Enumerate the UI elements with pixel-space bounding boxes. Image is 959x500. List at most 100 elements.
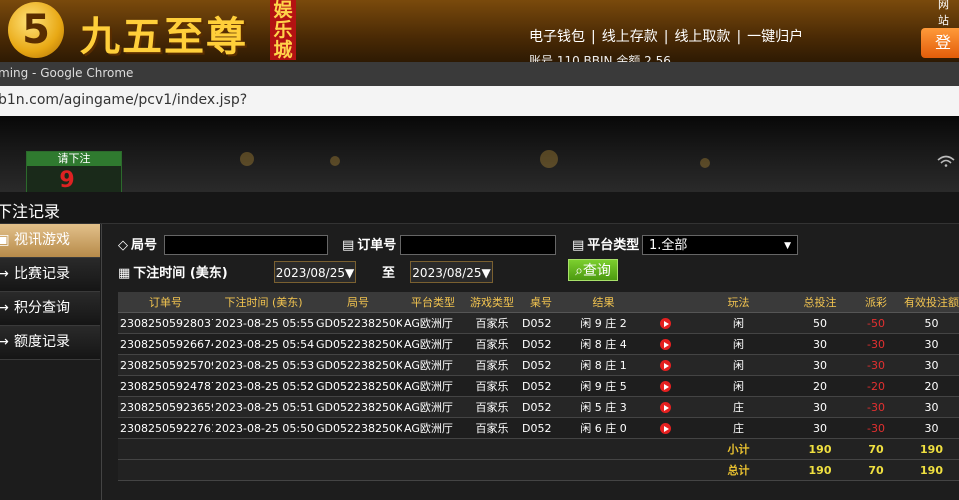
nav-deposit[interactable]: 线上存款 [602,29,658,45]
platform-cell: AG欧洲厅 [402,354,464,376]
order-number-cell: 230825059257090 [118,354,213,376]
page-title: 下注记录 [0,202,61,221]
search-button[interactable]: ⌕查询 [568,259,618,281]
play-type-cell: 庄 [685,396,792,418]
platform-cell: AG欧洲厅 [402,333,464,355]
sidebar: ▣ 视讯游戏 → 比赛记录 → 积分查询 → 额度记录 [0,224,102,500]
bet-time-label: ▦ 下注时间 (美东) [118,266,228,281]
play-type-cell: 闲 [685,312,792,334]
round-filter-label: ◇ 局号 [118,238,158,253]
result-cell: 闲 9 庄 2 [562,312,645,334]
order-filter-label: ▤ 订单号 [342,238,397,253]
table-number-cell: D052 [520,333,562,355]
subtotal-label: 小计 [685,438,792,460]
site-logo-text: 九五至尊 [80,13,248,60]
subtotal-row: 小计 190 70 190 [118,438,959,460]
order-number-input[interactable] [400,235,556,255]
payout-cell: -50 [848,312,904,334]
sidebar-item-label: 积分查询 [14,300,70,316]
light-decoration [700,158,710,168]
play-video-icon[interactable] [659,360,671,371]
table-number-cell: D052 [520,417,562,439]
total-row: 总计 190 70 190 [118,459,959,481]
play-video-icon[interactable] [659,381,671,392]
round-input[interactable] [164,235,328,255]
sidebar-item-live-games[interactable]: ▣ 视讯游戏 [0,224,100,258]
total-valid: 190 [904,459,959,481]
sidebar-item-credit-records[interactable]: → 额度记录 [0,326,100,360]
sidebar-item-points[interactable]: → 积分查询 [0,292,100,326]
round-number-cell: GD052238250K4 [314,333,402,355]
date-to-picker[interactable]: 2023/08/25▼ [410,261,493,283]
play-video-icon[interactable] [659,402,671,413]
column-header: 下注时间 (美东) [213,292,314,313]
platform-cell: AG欧洲厅 [402,417,464,439]
table-number-cell: D052 [520,312,562,334]
play-type-cell: 闲 [685,375,792,397]
platform-select[interactable]: 1.全部 ▼ [642,235,798,255]
table-number-cell: D052 [520,354,562,376]
order-number-cell: 230825059227613 [118,417,213,439]
login-button[interactable]: 登 [921,28,959,58]
table-row: 2308250592276132023-08-25 05:50:53GD0522… [118,417,959,439]
replay-button[interactable] [645,417,685,439]
order-number-cell: 230825059236595 [118,396,213,418]
result-cell: 闲 9 庄 5 [562,375,645,397]
replay-button[interactable] [645,396,685,418]
bet-time-cell: 2023-08-25 05:53:35 [213,354,314,376]
total-bet-cell: 30 [792,396,848,418]
round-number-cell: GD052238250K1 [314,396,402,418]
play-video-icon[interactable] [659,318,671,329]
sidebar-item-match-records[interactable]: → 比赛记录 [0,258,100,292]
date-range-separator: 至 [382,266,396,281]
account-balance: 账号 110 BBIN 余额 2.56 [529,54,671,62]
browser-address-bar[interactable]: b1n.com/agingame/pcv1/index.jsp? [0,86,959,117]
payout-cell: -30 [848,354,904,376]
document-icon: ▤ [342,238,355,253]
nav-wallet[interactable]: 电子钱包 [529,29,585,45]
game-type-cell: 百家乐 [464,354,520,376]
light-decoration [330,156,340,166]
replay-button[interactable] [645,333,685,355]
browser-window-title: ming - Google Chrome [0,66,134,80]
bet-time-cell: 2023-08-25 05:54:25 [213,333,314,355]
platform-cell: AG欧洲厅 [402,375,464,397]
play-video-icon[interactable] [659,339,671,350]
valid-bet-cell: 50 [904,312,959,334]
subtotal-payout: 70 [848,438,904,460]
bet-countdown-value: 9 [59,168,75,192]
replay-button[interactable] [645,375,685,397]
total-bet-cell: 30 [792,417,848,439]
calendar-icon: ▦ [118,266,131,281]
table-row: 2308250592667472023-08-25 05:54:25GD0522… [118,333,959,355]
platform-cell: AG欧洲厅 [402,396,464,418]
play-video-icon[interactable] [659,423,671,434]
total-label: 总计 [685,459,792,481]
valid-bet-cell: 30 [904,396,959,418]
column-header [645,292,685,313]
column-header: 订单号 [118,292,213,313]
total-bet-cell: 50 [792,312,848,334]
subtotal-bet: 190 [792,438,848,460]
round-number-cell: GD052238250K3 [314,354,402,376]
logo-icon: 5 [8,2,64,58]
total-bet-cell: 30 [792,354,848,376]
total-payout: 70 [848,459,904,481]
column-header: 游戏类型 [464,292,520,313]
nav-withdraw[interactable]: 线上取款 [674,29,730,45]
play-type-cell: 庄 [685,417,792,439]
platform-filter-label: ▤ 平台类型 [572,238,640,253]
play-type-cell: 闲 [685,354,792,376]
column-header: 结果 [562,292,645,313]
platform-cell: AG欧洲厅 [402,312,464,334]
date-from-picker[interactable]: 2023/08/25▼ [274,261,356,283]
table-number-cell: D052 [520,375,562,397]
replay-button[interactable] [645,312,685,334]
list-icon: ▤ [572,238,585,253]
bet-time-cell: 2023-08-25 05:50:53 [213,417,314,439]
round-number-cell: GD052238250K0 [314,417,402,439]
result-cell: 闲 8 庄 1 [562,354,645,376]
nav-consolidate[interactable]: 一键归户 [747,29,803,45]
replay-button[interactable] [645,354,685,376]
tag-icon: ◇ [118,238,128,253]
